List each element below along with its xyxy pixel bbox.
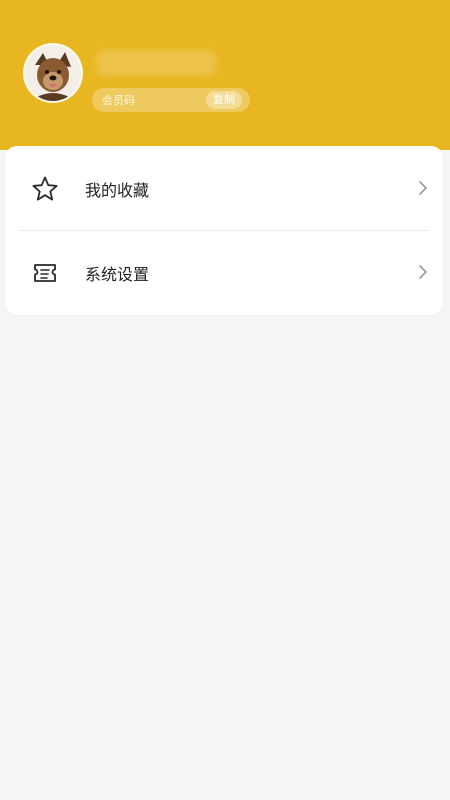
member-code-label: 会员码 xyxy=(102,94,135,107)
menu-item-label: 我的收藏 xyxy=(85,181,150,200)
profile-header: 会员码 复制 xyxy=(0,0,450,150)
blurred-username xyxy=(96,50,216,76)
menu-item-label: 系统设置 xyxy=(85,265,150,284)
chevron-right-icon xyxy=(417,264,429,279)
menu-item-favorites[interactable]: 我的收藏 xyxy=(5,146,443,230)
dog-avatar-image xyxy=(25,45,81,101)
menu-item-system-settings[interactable]: 系统设置 xyxy=(5,230,443,314)
ticket-icon xyxy=(31,259,59,287)
member-code-pill: 会员码 复制 xyxy=(92,88,250,112)
chevron-right-icon xyxy=(417,180,429,195)
avatar[interactable] xyxy=(25,45,81,101)
menu-card: 我的收藏 系统设置 xyxy=(5,146,443,315)
star-icon xyxy=(31,175,59,203)
copy-button[interactable]: 复制 xyxy=(206,91,242,109)
